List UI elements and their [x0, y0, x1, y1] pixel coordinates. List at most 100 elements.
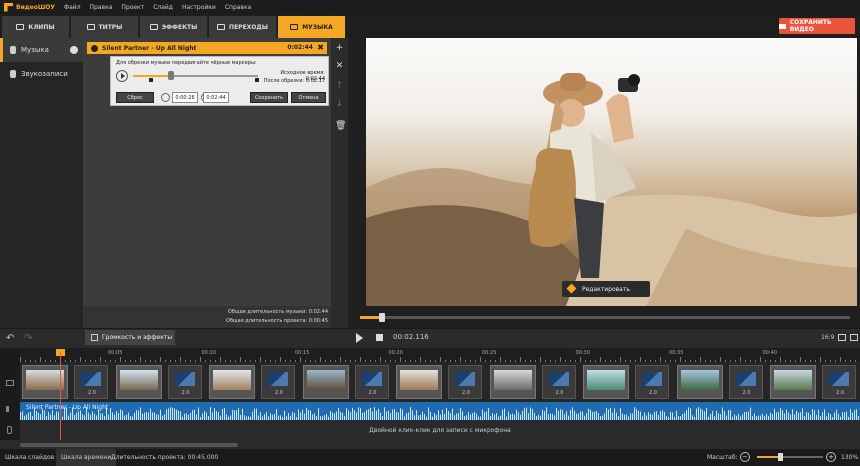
transition-clip[interactable]: 2.0 — [822, 365, 856, 399]
timeline-ruler[interactable]: 00:05 00:10 00:15 00:20 00:25 00:30 00:35 00:40 — [20, 348, 860, 362]
waveform-bar — [812, 409, 813, 420]
transition-clip[interactable]: 2.0 — [448, 365, 482, 399]
undo-icon[interactable]: ↶ — [6, 333, 14, 344]
zoom-in-button[interactable]: + — [826, 452, 836, 462]
transition-clip[interactable]: 2.0 — [541, 365, 576, 399]
waveform-bar — [678, 416, 679, 420]
audio-track[interactable] — [20, 402, 860, 420]
tab-clips[interactable]: КЛИПЫ — [2, 16, 70, 38]
transition-clip[interactable]: 2.0 — [728, 365, 763, 399]
slide-clip[interactable] — [115, 365, 162, 399]
add-icon[interactable]: + — [335, 44, 344, 53]
timeline-scroll-thumb[interactable] — [20, 443, 238, 447]
menu-project[interactable]: Проект — [121, 4, 144, 11]
transition-clip[interactable]: 2.0 — [261, 365, 295, 399]
remove-icon[interactable]: ✕ — [335, 62, 344, 71]
reset-button[interactable]: Сброс — [116, 92, 154, 103]
volume-effects-button[interactable]: Громкость и эффекты — [85, 330, 175, 345]
transition-clip[interactable]: 2.0 — [635, 365, 669, 399]
play-button[interactable] — [356, 333, 363, 343]
waveform-bar — [752, 416, 753, 420]
scissors-icon[interactable]: ✖ — [317, 43, 324, 52]
zoom-out-button[interactable]: − — [740, 452, 750, 462]
save-trim-button[interactable]: Сохранить — [250, 92, 288, 103]
mic-track[interactable]: Двойной клик-клик для записи с микрофона — [20, 421, 860, 440]
menu-file[interactable]: Файл — [64, 4, 81, 11]
move-down-icon[interactable]: ↓ — [335, 100, 344, 109]
transition-icon — [81, 372, 101, 386]
waveform-bar — [40, 414, 41, 420]
waveform-bar — [128, 412, 129, 420]
slide-clip[interactable] — [396, 365, 442, 399]
waveform-bar — [450, 413, 451, 420]
start-marker-icon[interactable] — [161, 93, 170, 102]
start-time-field[interactable]: 0:00:26 — [172, 92, 198, 103]
slide-clip[interactable] — [489, 365, 536, 399]
slide-clip[interactable] — [770, 365, 816, 399]
waveform-bar — [816, 414, 817, 420]
slide-clip[interactable] — [22, 365, 68, 399]
transition-clip[interactable]: 2.0 — [354, 365, 389, 399]
tab-bar: КЛИПЫ ТИТРЫ ЭФФЕКТЫ ПЕРЕХОДЫ МУЗЫКА — [0, 14, 860, 38]
cancel-trim-button[interactable]: Отмена — [291, 92, 326, 103]
slides-view-tab[interactable]: Шкала слайдов — [0, 449, 59, 466]
zoom-slider-handle[interactable] — [778, 453, 783, 461]
slide-clip[interactable] — [676, 365, 723, 399]
slide-clip[interactable] — [209, 365, 255, 399]
preview-scene — [366, 73, 857, 306]
waveform-bar — [388, 410, 389, 420]
sidebar-item-music[interactable]: Музыка — [0, 38, 83, 62]
trim-position-handle[interactable] — [167, 71, 174, 80]
pencil-icon — [566, 283, 577, 294]
edit-button[interactable]: Редактировать — [562, 281, 650, 297]
tab-titles[interactable]: ТИТРЫ — [71, 16, 139, 38]
move-up-icon[interactable]: ↑ — [335, 82, 344, 91]
preview-scrub-handle[interactable] — [379, 313, 385, 322]
track-play-icon[interactable] — [91, 44, 98, 52]
transition-clip[interactable]: 2.0 — [167, 365, 202, 399]
trim-end-marker[interactable] — [255, 78, 259, 82]
tab-transitions[interactable]: ПЕРЕХОДЫ — [209, 16, 277, 38]
tab-effects[interactable]: ЭФФЕКТЫ — [140, 16, 208, 38]
waveform-bar — [748, 411, 749, 420]
trim-progress — [133, 75, 171, 77]
menu-edit[interactable]: Правка — [90, 4, 113, 11]
end-time-field[interactable]: 0:02:44 — [203, 92, 229, 103]
waveform-bar — [788, 412, 789, 420]
stop-button[interactable] — [376, 334, 383, 341]
waveform-bar — [830, 414, 831, 420]
transition-clip[interactable]: 2.0 — [74, 365, 108, 399]
waveform-bar — [454, 415, 455, 420]
slide-clip[interactable] — [302, 365, 349, 399]
preview-scrubber[interactable] — [360, 316, 850, 319]
waveform-bar — [146, 412, 147, 420]
redo-icon[interactable]: ↷ — [24, 333, 32, 344]
snapshot-icon[interactable] — [838, 334, 846, 341]
menu-help[interactable]: Справка — [225, 4, 251, 11]
music-track-item[interactable]: Silent Partner - Up All Night 0:02:44 ✖ — [87, 42, 327, 54]
waveform-bar — [716, 410, 717, 420]
menu-settings[interactable]: Настройки — [182, 4, 216, 11]
tab-music[interactable]: МУЗЫКА — [278, 16, 346, 38]
waveform-bar — [452, 408, 453, 420]
waveform-bar — [698, 407, 699, 420]
waveform-bar — [514, 414, 515, 420]
menu-slide[interactable]: Слайд — [153, 4, 173, 11]
aspect-ratio-toggle[interactable]: 16:9 — [821, 334, 834, 341]
trim-start-marker[interactable] — [149, 78, 153, 82]
waveform-bar — [232, 409, 233, 420]
fullscreen-icon[interactable] — [850, 334, 858, 341]
trash-icon[interactable]: 🗑 — [335, 122, 346, 131]
slide-clip[interactable] — [583, 365, 629, 399]
transition-icon — [455, 372, 475, 386]
waveform-bar — [478, 416, 479, 420]
waveform-bar — [394, 409, 395, 420]
waveform-bar — [168, 408, 169, 420]
waveform-bar — [254, 408, 255, 420]
save-video-button[interactable]: СОХРАНИТЬ ВИДЕО — [779, 18, 855, 34]
waveform-bar — [502, 409, 503, 420]
playhead[interactable] — [60, 352, 61, 440]
waveform-bar — [386, 411, 387, 420]
waveform-bar — [712, 410, 713, 420]
sidebar-item-recordings[interactable]: Звукозаписи — [0, 62, 83, 86]
